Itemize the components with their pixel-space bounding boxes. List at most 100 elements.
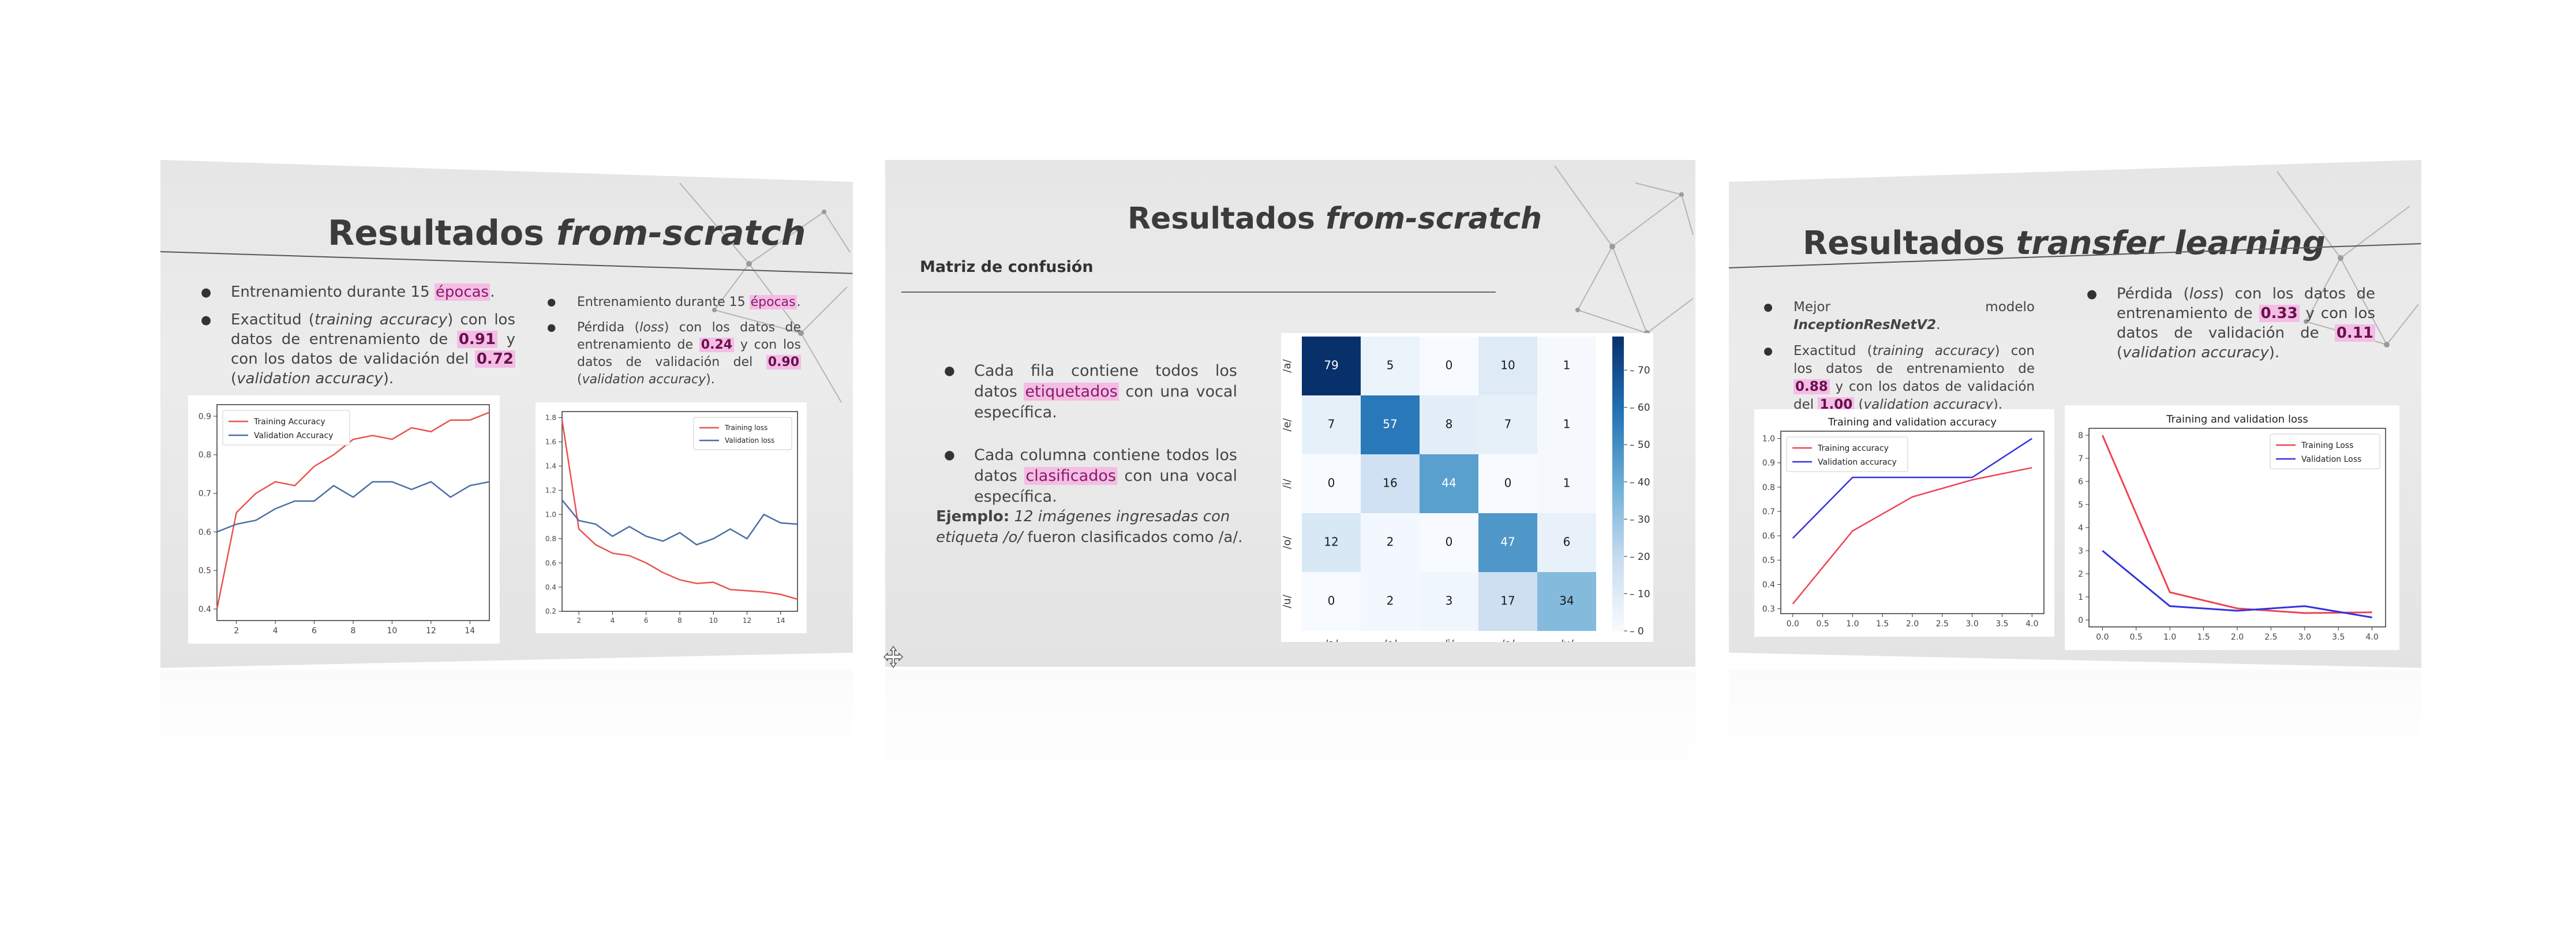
legend-label: Validation loss — [725, 436, 774, 444]
x-tick-label: 2.0 — [2231, 633, 2244, 642]
slide-reflection — [885, 670, 1695, 843]
bullet-best-model: Mejor modelo InceptionResNetV2. — [1763, 298, 2035, 334]
confusion-matrix: 79 5 0 10 1 7 57 8 7 1 0 16 44 0 1 12 2 0 47 6 0 2 3 17 34/a//e/… — [1281, 333, 1653, 642]
y-tick-label: 1 — [2078, 593, 2083, 602]
y-tick-label: 1.4 — [545, 462, 556, 470]
y-tick-label: 0.3 — [1762, 604, 1775, 614]
heatmap-cell-value: 0 — [1446, 358, 1453, 372]
colorbar-tick-label: – 0 — [1630, 626, 1644, 637]
y-tick-label: 0.7 — [1762, 507, 1775, 517]
legend-label: Training loss — [724, 424, 767, 432]
y-tick-label: 0.6 — [545, 559, 556, 567]
bullet-rows: Cada fila contiene todos los datos etiqu… — [944, 361, 1237, 423]
bullet-list-loss: Entrenamiento durante 15 épocas. Pérdida… — [547, 294, 801, 397]
bullet-list-accuracy: Entrenamiento durante 15 épocas. Exactit… — [201, 282, 515, 397]
x-tick-label: 12 — [426, 626, 436, 636]
slide-left-from-scratch[interactable]: Resultados from-scratch Entrenamiento du… — [160, 160, 853, 668]
heatmap-cell-value: 57 — [1383, 417, 1397, 431]
heatmap-cell-value: 47 — [1500, 535, 1515, 549]
bullet-epochs: Entrenamiento durante 15 épocas. — [201, 282, 515, 302]
heatmap-cell-value: 17 — [1500, 594, 1515, 608]
heatmap-cell-value: 8 — [1446, 417, 1453, 431]
heatmap-cell-value: 1 — [1563, 417, 1571, 431]
legend-label: Validation accuracy — [1818, 458, 1897, 467]
bullet-accuracy: Exactitud (training accuracy) con los da… — [1763, 342, 2035, 414]
heatmap-cell-value: 12 — [1324, 535, 1338, 549]
heatmap-cell-value: 1 — [1563, 358, 1571, 372]
heatmap-cell-value: 3 — [1446, 594, 1453, 608]
matrix-explanation: Cada fila contiene todos los datos etiqu… — [944, 361, 1237, 515]
y-tick-label: 0.5 — [1762, 556, 1775, 565]
heatmap-cell-value: 0 — [1446, 535, 1453, 549]
tl-accuracy-chart-svg: Training and validation accuracy 0.0 0.5 1.… — [1762, 416, 2045, 629]
subtitle-rule — [901, 292, 1496, 293]
series-line-training-accuracy — [1792, 466, 2032, 604]
y-tick-label: 0.6 — [199, 528, 211, 537]
slide-title: Resultados from-scratch — [328, 213, 806, 253]
y-tick-label: 1.2 — [545, 487, 556, 495]
chart-title: Training and validation loss — [2166, 413, 2308, 425]
x-tick-label: 8 — [677, 617, 682, 625]
x-tick-label: 14 — [465, 626, 475, 636]
x-tick-label: 10 — [709, 617, 718, 625]
heatmap-cell-value: 7 — [1504, 417, 1512, 431]
y-tick-label: 0.2 — [545, 607, 556, 615]
heatmap-cell-value: 0 — [1328, 594, 1335, 608]
row-label: /a/ — [1281, 358, 1293, 372]
y-tick-label: 0.4 — [1762, 580, 1775, 589]
y-tick-label: 1.6 — [545, 438, 556, 446]
x-tick-label: 2 — [576, 617, 581, 625]
heatmap-cell-value: 1 — [1563, 476, 1571, 490]
section-subtitle: Matriz de confusión — [920, 258, 1094, 276]
heatmap-cell-value: 10 — [1500, 358, 1515, 372]
x-tick-label: 2.5 — [2264, 633, 2277, 642]
y-tick-label: 0.8 — [545, 535, 556, 543]
y-tick-label: 4 — [2078, 524, 2083, 533]
legend-label: Training Accuracy — [253, 417, 325, 427]
heatmap-cell-value: 6 — [1563, 535, 1571, 549]
x-tick-label: 1.5 — [1876, 619, 1889, 629]
series-line-validation-loss — [561, 499, 798, 546]
bullet-columns: Cada columna contiene todos los datos cl… — [944, 445, 1237, 507]
y-tick-label: 0.8 — [199, 451, 211, 460]
x-tick-label: 3.5 — [1995, 619, 2008, 629]
row-label: /i/ — [1281, 479, 1293, 489]
x-tick-label: 6 — [644, 617, 649, 625]
x-tick-label: 12 — [743, 617, 751, 625]
bullet-epochs: Entrenamiento durante 15 épocas. — [547, 294, 801, 311]
x-tick-label: 3.5 — [2332, 633, 2345, 642]
x-tick-label: 0.0 — [1787, 619, 1799, 629]
colorbar-tick-label: – 10 — [1630, 588, 1650, 600]
slide-title: Resultados from-scratch — [1128, 201, 1542, 236]
x-tick-label: 10 — [387, 626, 398, 636]
heatmap-cell-value: 2 — [1387, 594, 1394, 608]
x-tick-label: 2.0 — [1906, 619, 1919, 629]
presentation-carousel: Resultados from-scratch Entrenamiento du… — [0, 0, 2576, 934]
colorbar-tick-label: – 30 — [1630, 514, 1650, 525]
slide-reflection — [1729, 670, 2421, 808]
y-tick-label: 0.8 — [1762, 483, 1775, 492]
column-label: /o/ — [1501, 638, 1515, 642]
y-tick-label: 0.7 — [199, 490, 211, 499]
legend-box — [693, 417, 792, 450]
accuracy-chart: 2 4 6 8 10 12 14 0.4 0.5 0.6 0.7 0.8 0.9 Training Acc… — [188, 395, 500, 644]
x-tick-label: 1.0 — [2163, 633, 2176, 642]
loss-chart-svg: 2 4 6 8 10 12 14 0.2 0.4 0.6 0.8 1.0 1.2 1.4 1.6 1.8 Tra… — [545, 411, 798, 625]
heatmap-cell-value: 7 — [1328, 417, 1335, 431]
legend-label: Training Loss — [2301, 441, 2353, 450]
y-tick-label: 1.0 — [1762, 435, 1775, 444]
heatmap-cell-value: 0 — [1504, 476, 1512, 490]
chart-title: Training and validation accuracy — [1828, 416, 1997, 428]
y-tick-label: 5 — [2078, 500, 2083, 510]
bullet-loss: Pérdida (loss) con los datos de entrenam… — [547, 319, 801, 388]
slide-right-transfer-learning[interactable]: Resultados transfer learning Mejor model… — [1729, 160, 2421, 668]
tl-loss-chart: Training and validation loss 0.0 0.5 1.0 1.5… — [2065, 405, 2399, 650]
x-tick-label: 3.0 — [1966, 619, 1979, 629]
y-tick-label: 0 — [2078, 616, 2083, 625]
y-tick-label: 0.4 — [545, 583, 556, 591]
row-label: /e/ — [1281, 417, 1293, 431]
slide-center-confusion-matrix[interactable]: Resultados from-scratch Matriz de confus… — [885, 160, 1695, 667]
x-tick-label: 1.5 — [2197, 633, 2210, 642]
slide-reflection — [160, 670, 853, 808]
row-label: /o/ — [1281, 536, 1293, 550]
